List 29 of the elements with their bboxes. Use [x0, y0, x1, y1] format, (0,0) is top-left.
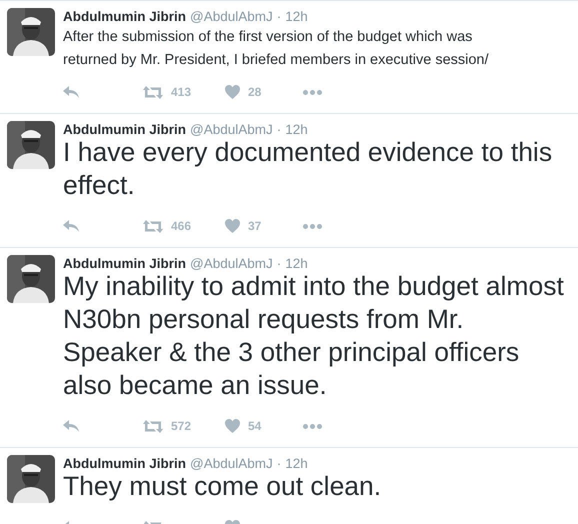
tweet-text: They must come out clean. [63, 470, 382, 503]
author-name[interactable]: Abdulmumin Jibrin [63, 8, 186, 26]
tweet-time[interactable]: 12h [285, 255, 308, 273]
separator: · [276, 455, 282, 473]
tweet-text: My inability to admit into the budget almost N30bn personal requests from Mr. Speaker & the 3 other principal officers also became an issue. [63, 270, 565, 402]
retweet-count: 572 [171, 419, 192, 433]
author-handle[interactable]: @AbdulAbmJ [190, 121, 273, 139]
author-handle[interactable]: @AbdulAbmJ [190, 455, 273, 473]
more-icon[interactable] [303, 224, 322, 228]
author-handle[interactable]: @AbdulAbmJ [190, 8, 273, 26]
retweet-count: 466 [171, 219, 192, 233]
like-count: 28 [248, 85, 262, 99]
tweet-text: After the submission of the first version of the budget which was returned by Mr. President, I briefed members in executive session/ [63, 28, 490, 70]
tweet-time[interactable]: 12h [285, 121, 308, 139]
author-name[interactable]: Abdulmumin Jibrin [63, 455, 186, 473]
author-handle[interactable]: @AbdulAbmJ [190, 255, 273, 273]
like-count: 37 [248, 219, 262, 233]
separator: · [276, 255, 282, 273]
retweet-count: 413 [171, 85, 192, 99]
like-count: 54 [248, 419, 262, 433]
more-icon[interactable] [303, 90, 322, 94]
author-name[interactable]: Abdulmumin Jibrin [63, 121, 186, 139]
author-name[interactable]: Abdulmumin Jibrin [63, 255, 186, 273]
separator: · [276, 121, 282, 139]
tweet-text: I have every documented evidence to this effect. [63, 136, 554, 202]
more-icon[interactable] [303, 424, 322, 428]
separator: · [276, 8, 282, 26]
tweet-time[interactable]: 12h [285, 8, 308, 26]
tweet-time[interactable]: 12h [285, 455, 308, 473]
